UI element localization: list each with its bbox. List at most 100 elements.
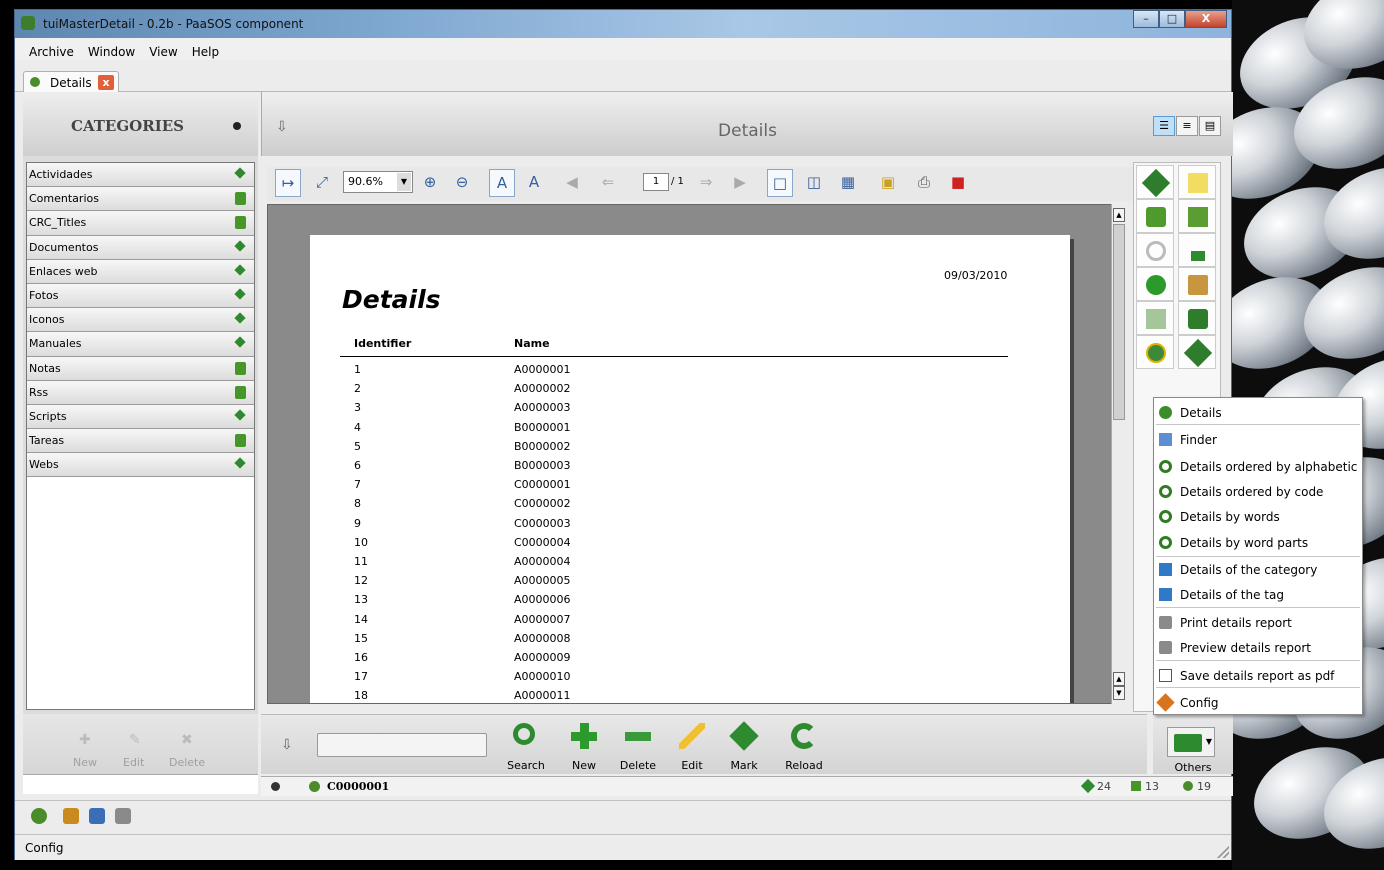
tag-button[interactable] xyxy=(1178,335,1216,369)
row-name: A0000006 xyxy=(514,593,571,607)
category-label: Iconos xyxy=(29,313,65,327)
view-list-button[interactable]: ≡ xyxy=(1176,116,1198,136)
notes-icon[interactable]: ▣ xyxy=(875,169,901,197)
clipboard-button[interactable] xyxy=(1178,267,1216,301)
document-button[interactable] xyxy=(1136,301,1174,335)
minimize-button[interactable]: – xyxy=(1133,10,1159,28)
report-viewer: 09/03/2010 Details Identifier Name 1 A000… xyxy=(267,204,1125,704)
resize-grip[interactable] xyxy=(1217,846,1229,858)
menu-separator xyxy=(1156,660,1360,661)
menu-archive[interactable]: Archive xyxy=(27,38,80,60)
down-arrow-icon[interactable]: ⇩ xyxy=(281,737,293,753)
save-pdf-icon[interactable]: ■ xyxy=(945,169,971,197)
view-details-button[interactable]: ☰ xyxy=(1153,116,1175,136)
zoom-out-icon[interactable]: ⊖ xyxy=(449,169,475,197)
title-bar[interactable]: tuiMasterDetail - 0.2b - PaaSOS componen… xyxy=(15,10,1231,38)
menu-item-details-of-the-category[interactable]: Details of the category xyxy=(1154,557,1362,582)
rss-button[interactable] xyxy=(1136,267,1174,301)
category-item[interactable]: Actividades xyxy=(27,163,254,188)
grid-page-icon[interactable]: ▦ xyxy=(835,169,861,197)
menu-item-details-by-words[interactable]: Details by words xyxy=(1154,504,1362,529)
home-button[interactable] xyxy=(1178,233,1216,267)
fit-page-icon[interactable]: ⤢ xyxy=(309,169,335,197)
scroll-down-icon[interactable]: ▼ xyxy=(1113,686,1125,700)
category-item[interactable]: CRC_Titles xyxy=(27,211,254,236)
printer-icon[interactable]: ⎙ xyxy=(911,169,937,197)
first-page-icon[interactable]: ◀ xyxy=(561,169,583,197)
row-identifier: 4 xyxy=(354,420,361,434)
category-delete-button[interactable]: Delete xyxy=(169,756,205,769)
category-item[interactable]: Documentos xyxy=(27,235,254,260)
app-window: tuiMasterDetail - 0.2b - PaaSOS componen… xyxy=(14,9,1233,860)
edit-button[interactable]: Edit xyxy=(667,715,717,775)
collapse-icon[interactable] xyxy=(233,122,241,130)
new-button[interactable]: New xyxy=(559,715,609,775)
compass-button[interactable] xyxy=(1136,335,1174,369)
fit-width-icon[interactable]: ↦ xyxy=(275,169,301,197)
search-button[interactable]: Search xyxy=(501,715,551,775)
two-page-icon[interactable]: ◫ xyxy=(801,169,827,197)
attachment-button[interactable] xyxy=(1136,233,1174,267)
zoom-select[interactable]: 90.6% ▼ xyxy=(343,171,413,193)
category-item[interactable]: Fotos xyxy=(27,283,254,309)
page-number-input[interactable]: 1 xyxy=(643,173,669,191)
menu-item-finder[interactable]: Finder xyxy=(1154,427,1362,452)
user-group-icon[interactable] xyxy=(63,808,79,824)
scroll-thumb[interactable] xyxy=(1113,224,1125,420)
search-input[interactable] xyxy=(317,733,487,757)
monitor-icon[interactable] xyxy=(115,808,131,824)
category-item[interactable]: Comentarios xyxy=(27,187,254,212)
menu-view[interactable]: View xyxy=(147,38,183,60)
category-item[interactable]: Rss xyxy=(27,380,254,405)
close-window-button[interactable]: X xyxy=(1185,10,1227,28)
mark-button[interactable]: Mark xyxy=(719,715,769,775)
category-edit-button[interactable]: Edit xyxy=(123,756,144,769)
maximize-button[interactable]: □ xyxy=(1159,10,1185,28)
menu-item-config[interactable]: Config xyxy=(1154,690,1362,715)
category-item[interactable]: Notas xyxy=(27,356,254,381)
row-identifier: 13 xyxy=(354,593,368,607)
menu-item-save-details-report-as-pdf[interactable]: Save details report as pdf xyxy=(1154,663,1362,688)
menu-item-details-of-the-tag[interactable]: Details of the tag xyxy=(1154,582,1362,607)
scroll-up-icon[interactable]: ▲ xyxy=(1113,208,1125,222)
user-icon[interactable] xyxy=(89,808,105,824)
menu-item-print-details-report[interactable]: Print details report xyxy=(1154,610,1362,635)
view-tree-button[interactable]: ▤ xyxy=(1199,116,1221,136)
next-page-icon[interactable]: ⇒ xyxy=(695,169,717,197)
text-select-icon[interactable]: A xyxy=(489,169,515,197)
delete-button[interactable]: Delete xyxy=(613,715,663,775)
category-item[interactable]: Enlaces web xyxy=(27,259,254,284)
book-button[interactable] xyxy=(1136,199,1174,233)
scroll-page-up-icon[interactable]: ▲ xyxy=(1113,672,1125,686)
menu-window[interactable]: Window xyxy=(86,38,141,60)
config-icon xyxy=(1156,693,1175,712)
menu-help[interactable]: Help xyxy=(190,38,225,60)
single-page-icon[interactable]: □ xyxy=(767,169,793,197)
mark-button[interactable] xyxy=(1136,165,1174,199)
category-item[interactable]: Tareas xyxy=(27,429,254,454)
category-item[interactable]: Webs xyxy=(27,453,254,478)
tab-details[interactable]: Details x xyxy=(23,71,119,93)
font-button[interactable] xyxy=(1178,301,1216,335)
tab-close-icon[interactable]: x xyxy=(98,75,114,90)
others-dropdown-button[interactable]: ▼ xyxy=(1167,727,1215,757)
report-scrollbar[interactable]: ▲ ▲ ▼ xyxy=(1111,204,1125,704)
details-icon[interactable] xyxy=(31,808,47,824)
menu-item-details[interactable]: Details xyxy=(1154,400,1362,425)
prev-page-icon[interactable]: ⇐ xyxy=(597,169,619,197)
category-item[interactable]: Iconos xyxy=(27,308,254,333)
image-button[interactable] xyxy=(1178,199,1216,233)
zoom-in-icon[interactable]: ⊕ xyxy=(417,169,443,197)
menu-item-details-by-word-parts[interactable]: Details by word parts xyxy=(1154,530,1362,555)
category-item[interactable]: Manuales xyxy=(27,332,254,357)
category-item[interactable]: Scripts xyxy=(27,404,254,430)
menu-item-details-ordered-by-code[interactable]: Details ordered by code xyxy=(1154,479,1362,504)
note-button[interactable] xyxy=(1178,165,1216,199)
last-page-icon[interactable]: ▶ xyxy=(729,169,751,197)
menu-item-details-ordered-by-alphabetic[interactable]: Details ordered by alphabetic xyxy=(1154,454,1362,479)
reload-button[interactable]: Reload xyxy=(779,715,829,775)
menu-item-preview-details-report[interactable]: Preview details report xyxy=(1154,635,1362,660)
categories-title: CATEGORIES xyxy=(71,117,184,135)
category-new-button[interactable]: New xyxy=(73,756,97,769)
text-highlight-icon[interactable]: A xyxy=(521,169,547,197)
